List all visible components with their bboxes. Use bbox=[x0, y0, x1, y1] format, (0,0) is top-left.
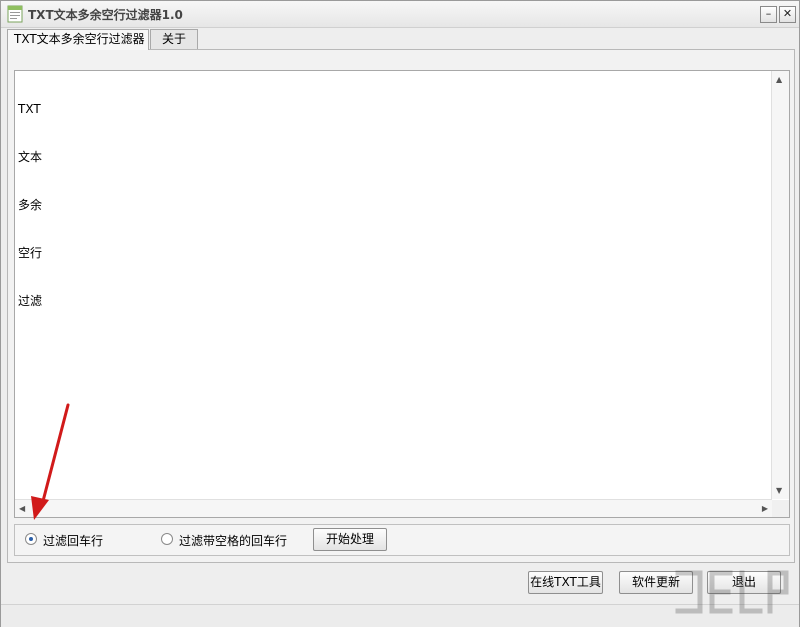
start-process-button[interactable]: 开始处理 bbox=[313, 528, 387, 551]
app-window: TXT文本多余空行过滤器1.0 – ✕ TXT文本多余空行过滤器 关于 TXT … bbox=[0, 0, 800, 627]
close-button[interactable]: ✕ bbox=[779, 6, 796, 23]
watermark-logo bbox=[675, 570, 789, 614]
filter-blank-lines-label[interactable]: 过滤回车行 bbox=[43, 532, 103, 549]
filter-space-lines-radio[interactable] bbox=[161, 533, 173, 545]
filter-blank-lines-radio[interactable] bbox=[25, 533, 37, 545]
scroll-down-icon[interactable]: ▼ bbox=[776, 486, 782, 495]
text-line: 文本 bbox=[18, 150, 43, 164]
text-line: 空行 bbox=[18, 246, 43, 260]
title-bar: TXT文本多余空行过滤器1.0 – ✕ bbox=[1, 1, 799, 28]
text-editor[interactable]: TXT 文本 多余 空行 过滤 ▲ ▼ ◀ ▶ bbox=[14, 70, 790, 518]
vertical-scrollbar[interactable]: ▲ ▼ bbox=[771, 71, 789, 499]
text-editor-content[interactable]: TXT 文本 多余 空行 过滤 bbox=[18, 73, 763, 495]
tab-about[interactable]: 关于 bbox=[150, 29, 198, 49]
minimize-button[interactable]: – bbox=[760, 6, 777, 23]
scroll-right-icon[interactable]: ▶ bbox=[762, 504, 768, 513]
options-row: 过滤回车行 过滤带空格的回车行 开始处理 bbox=[14, 524, 790, 556]
filter-space-lines-label[interactable]: 过滤带空格的回车行 bbox=[179, 532, 287, 549]
scroll-left-icon[interactable]: ◀ bbox=[19, 504, 25, 513]
scrollbar-corner bbox=[772, 500, 789, 517]
tab-filter[interactable]: TXT文本多余空行过滤器 bbox=[7, 29, 149, 50]
tab-content-panel: TXT 文本 多余 空行 过滤 ▲ ▼ ◀ ▶ 过滤回车行 过滤带空格的回车行 … bbox=[7, 49, 795, 563]
scroll-up-icon[interactable]: ▲ bbox=[776, 75, 782, 84]
text-line: 过滤 bbox=[18, 294, 43, 308]
app-icon bbox=[7, 5, 23, 23]
window-title: TXT文本多余空行过滤器1.0 bbox=[28, 8, 183, 22]
horizontal-scrollbar[interactable]: ◀ ▶ bbox=[15, 499, 772, 517]
online-txt-tools-button[interactable]: 在线TXT工具 bbox=[528, 571, 603, 594]
text-line: 多余 bbox=[18, 198, 43, 212]
text-line: TXT bbox=[18, 102, 41, 116]
